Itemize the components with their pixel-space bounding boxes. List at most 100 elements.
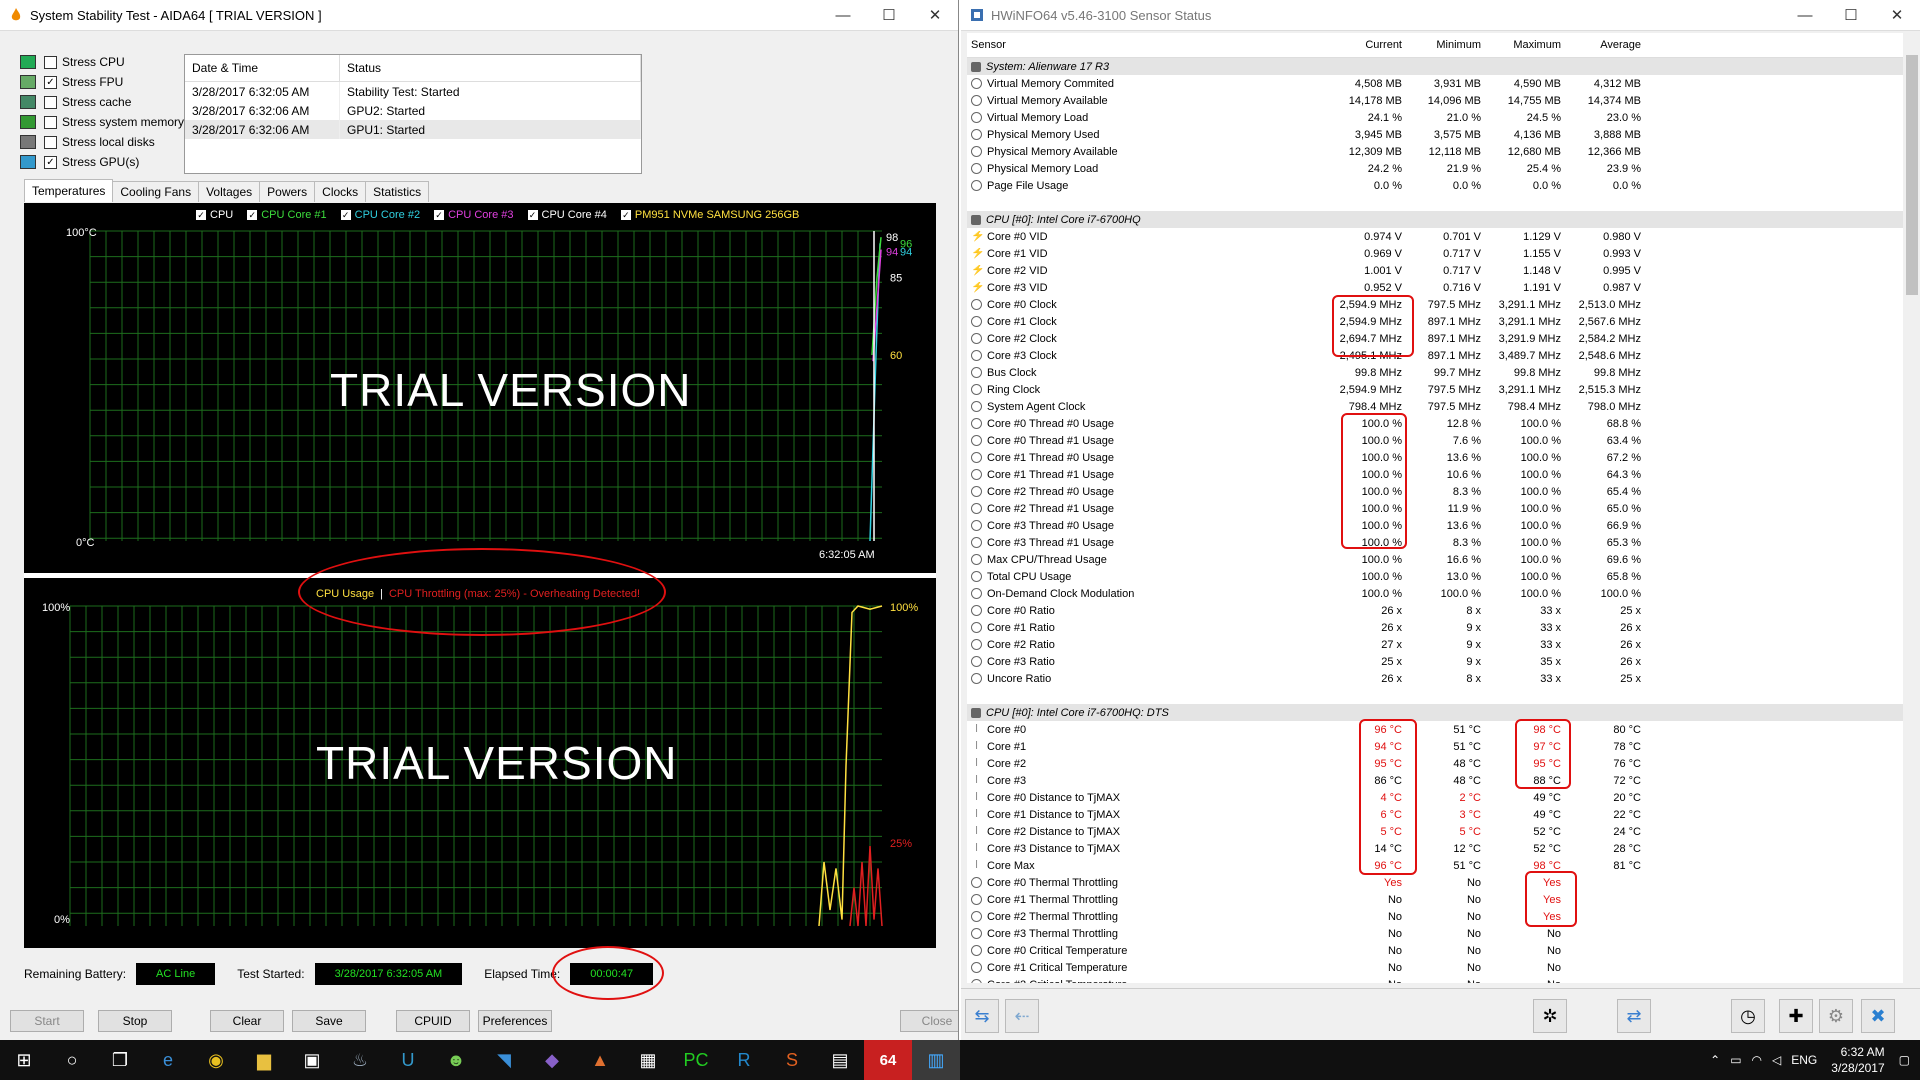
sensor-row[interactable]: Core #3 Thread #0 Usage 100.0 % 13.6 % 100.… xyxy=(967,517,1909,534)
aida64-titlebar[interactable]: System Stability Test - AIDA64 [ TRIAL V… xyxy=(0,0,958,31)
preferences-button[interactable]: Preferences xyxy=(478,1010,552,1032)
sensor-row[interactable]: ⚡ Core #3 VID 0.952 V 0.716 V 1.191 V 0.987 V xyxy=(967,279,1909,296)
file-explorer-icon[interactable]: ▆ xyxy=(240,1040,288,1080)
col-minimum[interactable]: Minimum xyxy=(1408,39,1487,51)
col-average[interactable]: Average xyxy=(1567,39,1647,51)
sensor-group-row[interactable]: CPU [#0]: Intel Core i7-6700HQ: DTS xyxy=(967,704,1909,721)
store-icon[interactable]: ▣ xyxy=(288,1040,336,1080)
start-icon[interactable]: ⊞ xyxy=(0,1040,48,1080)
steam-icon[interactable]: ♨ xyxy=(336,1040,384,1080)
checkbox[interactable] xyxy=(44,55,57,69)
sensor-row[interactable]: On-Demand Clock Modulation 100.0 % 100.0 %… xyxy=(967,585,1909,602)
close-button[interactable]: ✕ xyxy=(1874,6,1920,24)
sensor-row[interactable]: Virtual Memory Available 14,178 MB 14,096 … xyxy=(967,92,1909,109)
language-indicator[interactable]: ENG xyxy=(1791,1053,1817,1067)
col-sensor[interactable]: Sensor xyxy=(967,39,1328,51)
checkbox[interactable] xyxy=(44,95,57,109)
sensor-row[interactable]: ǀ Core #1 94 °C 51 °C 97 °C 78 °C xyxy=(967,738,1909,755)
hwinfo-titlebar[interactable]: HWiNFO64 v5.46-3100 Sensor Status — ☐ ✕ xyxy=(961,0,1920,31)
sensor-table[interactable]: Sensor Current Minimum Maximum Average S… xyxy=(967,33,1909,983)
sensor-row[interactable]: Core #1 Thread #1 Usage 100.0 % 10.6 % 100.… xyxy=(967,466,1909,483)
task-view-icon[interactable]: ❐ xyxy=(96,1040,144,1080)
sensor-row[interactable]: Physical Memory Available 12,309 MB 12,118… xyxy=(967,143,1909,160)
checkbox[interactable] xyxy=(44,135,57,149)
android-icon[interactable]: ☻ xyxy=(432,1040,480,1080)
col-datetime[interactable]: Date & Time xyxy=(185,55,340,82)
sensor-row[interactable]: System Agent Clock 798.4 MHz 797.5 MHz 798.… xyxy=(967,398,1909,415)
stress-option[interactable]: Stress system memory xyxy=(20,112,184,132)
app-icon[interactable]: ▦ xyxy=(624,1040,672,1080)
tab-cooling-fans[interactable]: Cooling Fans xyxy=(112,181,200,202)
battery-icon[interactable]: ▭ xyxy=(1730,1053,1741,1067)
col-maximum[interactable]: Maximum xyxy=(1487,39,1567,51)
expand-arrows-icon[interactable]: ⇆ xyxy=(965,999,999,1033)
r-icon[interactable]: R xyxy=(720,1040,768,1080)
aida64-icon[interactable]: 64 xyxy=(864,1040,912,1080)
chevron-up-icon[interactable]: ⌃ xyxy=(1710,1053,1720,1067)
checkbox[interactable]: ✓ xyxy=(44,75,57,89)
stress-option[interactable]: Stress CPU xyxy=(20,52,184,72)
cpuid-button[interactable]: CPUID xyxy=(396,1010,470,1032)
sensor-row[interactable]: Core #1 Thread #0 Usage 100.0 % 13.6 % 100.… xyxy=(967,449,1909,466)
clock[interactable]: 6:32 AM 3/28/2017 xyxy=(1831,1044,1884,1076)
sensor-row[interactable]: Physical Memory Used 3,945 MB 3,575 MB 4,13… xyxy=(967,126,1909,143)
sensor-row[interactable]: Uncore Ratio 26 x 8 x 33 x 25 x xyxy=(967,670,1909,687)
checkbox[interactable]: ✓ xyxy=(44,155,57,169)
sensor-row[interactable]: ǀ Core #0 96 °C 51 °C 98 °C 80 °C xyxy=(967,721,1909,738)
clear-button[interactable]: Clear xyxy=(210,1010,284,1032)
pycharm-icon[interactable]: PC xyxy=(672,1040,720,1080)
sensor-row[interactable]: Page File Usage 0.0 % 0.0 % 0.0 % 0.0 % xyxy=(967,177,1909,194)
sensor-row[interactable]: Bus Clock 99.8 MHz 99.7 MHz 99.8 MHz 99.8 MH… xyxy=(967,364,1909,381)
volume-icon[interactable]: ◁ xyxy=(1772,1053,1781,1067)
sensor-row[interactable]: Core #1 Critical Temperature No No No xyxy=(967,959,1909,976)
sensor-row[interactable]: Core #1 Ratio 26 x 9 x 33 x 26 x xyxy=(967,619,1909,636)
save-button[interactable]: Save xyxy=(292,1010,366,1032)
log-row[interactable]: 3/28/2017 6:32:05 AM Stability Test: Star… xyxy=(185,81,641,101)
tab-temperatures[interactable]: Temperatures xyxy=(24,179,114,202)
collapse-arrows-icon[interactable]: ⇠ xyxy=(1005,999,1039,1033)
chrome-icon[interactable]: ◉ xyxy=(192,1040,240,1080)
sensor-row[interactable]: ǀ Core #1 Distance to TjMAX 6 °C 3 °C 49 °C 2… xyxy=(967,806,1909,823)
sensor-row[interactable]: Core #0 Critical Temperature No No No xyxy=(967,942,1909,959)
log-row[interactable]: 3/28/2017 6:32:06 AM GPU1: Started xyxy=(185,120,641,139)
sensor-row[interactable]: Core #2 Ratio 27 x 9 x 33 x 26 x xyxy=(967,636,1909,653)
maximize-button[interactable]: ☐ xyxy=(1828,6,1874,24)
sensor-row[interactable]: Core #1 Thermal Throttling No No Yes xyxy=(967,891,1909,908)
sensor-row[interactable]: Core #3 Thread #1 Usage 100.0 % 8.3 % 100.0… xyxy=(967,534,1909,551)
clock-icon[interactable]: ◷ xyxy=(1731,999,1765,1033)
sensor-group-row[interactable]: CPU [#0]: Intel Core i7-6700HQ xyxy=(967,211,1909,228)
add-report-icon[interactable]: ✚ xyxy=(1779,999,1813,1033)
sensor-row[interactable]: ǀ Core #0 Distance to TjMAX 4 °C 2 °C 49 °C 2… xyxy=(967,789,1909,806)
sensor-row[interactable]: Virtual Memory Load 24.1 % 21.0 % 24.5 % 23.… xyxy=(967,109,1909,126)
sensor-row[interactable]: ǀ Core #2 Distance to TjMAX 5 °C 5 °C 52 °C 2… xyxy=(967,823,1909,840)
tab-powers[interactable]: Powers xyxy=(259,181,316,202)
stress-option[interactable]: ✓ Stress GPU(s) xyxy=(20,152,184,172)
sensor-row[interactable]: ǀ Core #3 86 °C 48 °C 88 °C 72 °C xyxy=(967,772,1909,789)
col-status[interactable]: Status xyxy=(339,55,641,82)
sensor-row[interactable]: ǀ Core #3 Distance to TjMAX 14 °C 12 °C 52 °… xyxy=(967,840,1909,857)
col-current[interactable]: Current xyxy=(1328,39,1408,51)
sensor-row[interactable]: Core #0 Clock 2,594.9 MHz 797.5 MHz 3,291.1… xyxy=(967,296,1909,313)
sensor-row[interactable]: ⚡ Core #1 VID 0.969 V 0.717 V 1.155 V 0.993 V xyxy=(967,245,1909,262)
start-button[interactable]: Start xyxy=(10,1010,84,1032)
maximize-button[interactable]: ☐ xyxy=(866,6,912,24)
fan-icon[interactable]: ✲ xyxy=(1533,999,1567,1033)
sensor-row[interactable]: ǀ Core Max 96 °C 51 °C 98 °C 81 °C xyxy=(967,857,1909,874)
log-row[interactable]: 3/28/2017 6:32:06 AM GPU2: Started xyxy=(185,101,641,120)
close-button[interactable]: Close xyxy=(900,1010,958,1032)
tab-clocks[interactable]: Clocks xyxy=(314,181,367,202)
scroll-thumb[interactable] xyxy=(1906,55,1918,295)
vscode-icon[interactable]: ◥ xyxy=(480,1040,528,1080)
sensor-row[interactable]: Core #2 Clock 2,694.7 MHz 897.1 MHz 3,291.9… xyxy=(967,330,1909,347)
sensor-row[interactable]: Ring Clock 2,594.9 MHz 797.5 MHz 3,291.1 MH… xyxy=(967,381,1909,398)
sensor-row[interactable]: Core #3 Ratio 25 x 9 x 35 x 26 x xyxy=(967,653,1909,670)
vertical-scrollbar[interactable] xyxy=(1903,33,1920,983)
checkbox[interactable] xyxy=(44,115,57,129)
sensor-row[interactable]: Core #2 Thread #1 Usage 100.0 % 11.9 % 100.… xyxy=(967,500,1909,517)
tab-voltages[interactable]: Voltages xyxy=(198,181,261,202)
hardware-icon[interactable]: ▤ xyxy=(816,1040,864,1080)
minimize-button[interactable]: — xyxy=(820,7,866,24)
sensor-row[interactable]: ⚡ Core #0 VID 0.974 V 0.701 V 1.129 V 0.980 V xyxy=(967,228,1909,245)
sensor-row[interactable]: Physical Memory Load 24.2 % 21.9 % 25.4 % 23… xyxy=(967,160,1909,177)
sensor-row[interactable]: Core #2 Critical TemperatureNoNoNo xyxy=(967,976,1909,983)
